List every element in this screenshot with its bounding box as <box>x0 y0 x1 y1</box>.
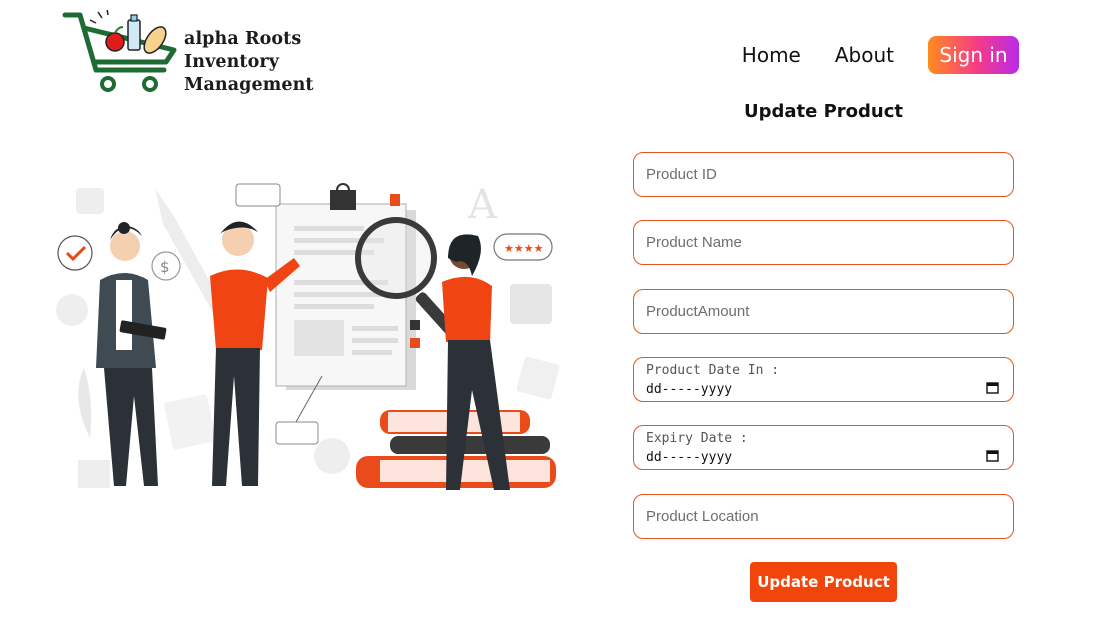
date-in-label: Product Date In : <box>646 363 780 378</box>
svg-text:$: $ <box>160 258 170 276</box>
shopping-cart-icon <box>62 8 177 92</box>
magnifier-icon <box>355 217 437 299</box>
calendar-icon[interactable] <box>986 381 999 394</box>
plant-icon <box>78 368 92 438</box>
product-name-input[interactable] <box>634 221 1013 264</box>
team-illustration: A $ ★★★★ <box>56 182 560 490</box>
rating-stars: ★★★★ <box>504 242 544 255</box>
product-amount-input[interactable] <box>634 290 1013 333</box>
product-id-input[interactable] <box>634 153 1013 196</box>
coin-icon <box>56 294 88 326</box>
product-name-field[interactable] <box>633 220 1014 265</box>
sign-in-button[interactable]: Sign in <box>928 36 1019 74</box>
top-nav: Home About Sign in <box>742 36 1019 74</box>
brand-name: alpha Roots Inventory Management <box>184 28 402 97</box>
expiry-date-field[interactable]: Expiry Date : dd-----yyyy <box>633 425 1014 470</box>
image-placeholder-icon <box>76 188 104 214</box>
check-bubble-icon <box>57 235 93 271</box>
update-product-button[interactable]: Update Product <box>750 562 897 602</box>
pot-icon <box>78 460 110 488</box>
paper-icon <box>164 394 216 450</box>
product-id-field[interactable] <box>633 152 1014 197</box>
note-card <box>275 421 319 445</box>
product-date-in-field[interactable]: Product Date In : dd-----yyyy <box>633 357 1014 402</box>
brand-line-2: Inventory Management <box>184 52 314 95</box>
product-location-input[interactable] <box>634 495 1013 538</box>
paper-icon <box>516 356 560 400</box>
product-amount-field[interactable] <box>633 289 1014 334</box>
product-location-field[interactable] <box>633 494 1014 539</box>
expiry-label: Expiry Date : <box>646 431 748 446</box>
brand-logo[interactable]: alpha Roots Inventory Management <box>62 8 402 97</box>
image-placeholder-icon <box>510 284 552 324</box>
note-card <box>235 183 281 207</box>
image-placeholder-icon <box>294 320 344 356</box>
form-title: Update Product <box>743 101 904 122</box>
brand-line-1: alpha Roots <box>184 29 302 49</box>
nav-about-link[interactable]: About <box>835 43 894 67</box>
person-man <box>210 269 268 350</box>
binder-clip-icon <box>330 190 356 210</box>
letter-a-icon: A <box>467 182 498 228</box>
person-woman <box>442 276 492 342</box>
coin-icon <box>314 438 350 474</box>
expiry-value[interactable]: dd-----yyyy <box>646 450 732 465</box>
nav-home-link[interactable]: Home <box>742 43 801 67</box>
calendar-icon[interactable] <box>986 449 999 462</box>
date-in-value[interactable]: dd-----yyyy <box>646 382 732 397</box>
